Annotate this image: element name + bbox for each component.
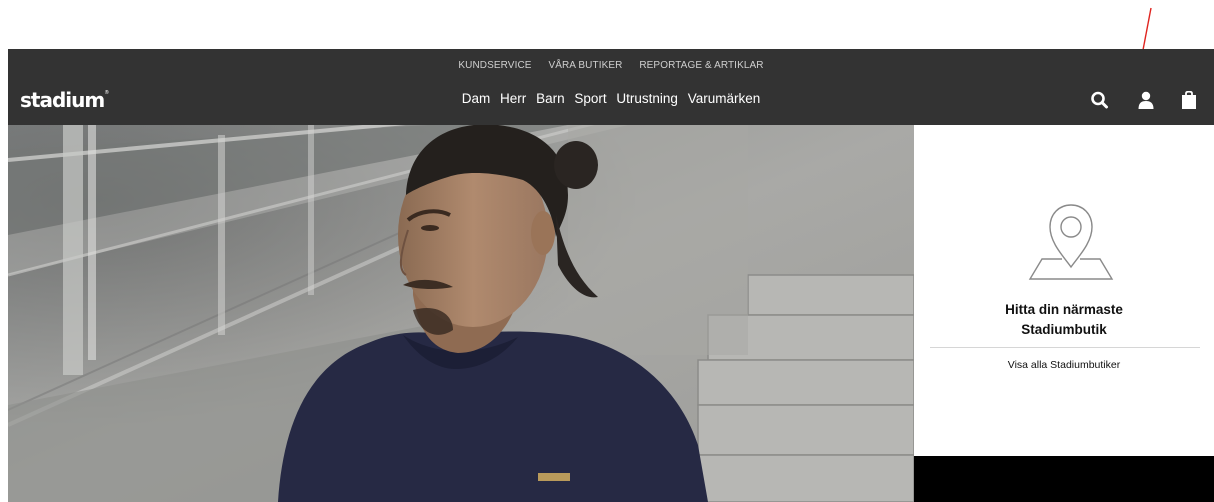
store-finder-title-line1: Hitta din närmaste [1005,302,1123,317]
nav-item-barn[interactable]: Barn [536,91,565,106]
hero-image[interactable] [8,125,914,502]
black-promo-block [914,456,1214,502]
nav-item-varumarken[interactable]: Varumärken [688,91,761,106]
top-link-vara-butiker[interactable]: VÅRA BUTIKER [548,60,622,71]
utility-nav: KUNDSERVICE VÅRA BUTIKER REPORTAGE & ART… [8,60,1214,71]
website: KUNDSERVICE VÅRA BUTIKER REPORTAGE & ART… [8,49,1214,502]
all-stores-link[interactable]: Visa alla Stadiumbutiker [914,359,1214,371]
nav-item-sport[interactable]: Sport [574,91,606,106]
site-header: KUNDSERVICE VÅRA BUTIKER REPORTAGE & ART… [8,49,1214,125]
store-finder-panel: Hitta din närmaste Stadiumbutik Visa all… [914,125,1214,456]
nav-item-utrustning[interactable]: Utrustning [616,91,678,106]
account-icon[interactable] [1136,91,1156,109]
top-link-reportage[interactable]: REPORTAGE & ARTIKLAR [639,60,763,71]
top-link-kundservice[interactable]: KUNDSERVICE [458,60,531,71]
nav-item-dam[interactable]: Dam [462,91,491,106]
store-finder-title-line2: Stadiumbutik [1021,322,1107,337]
nav-item-herr[interactable]: Herr [500,91,526,106]
main-nav: Dam Herr Barn Sport Utrustning Varumärke… [8,91,1214,106]
shopping-bag-icon[interactable] [1179,91,1199,109]
search-icon[interactable] [1090,91,1110,109]
divider [930,347,1200,348]
hero-photo [8,125,914,502]
map-pin-icon [1028,204,1114,280]
store-finder-title: Hitta din närmaste Stadiumbutik [914,300,1214,340]
